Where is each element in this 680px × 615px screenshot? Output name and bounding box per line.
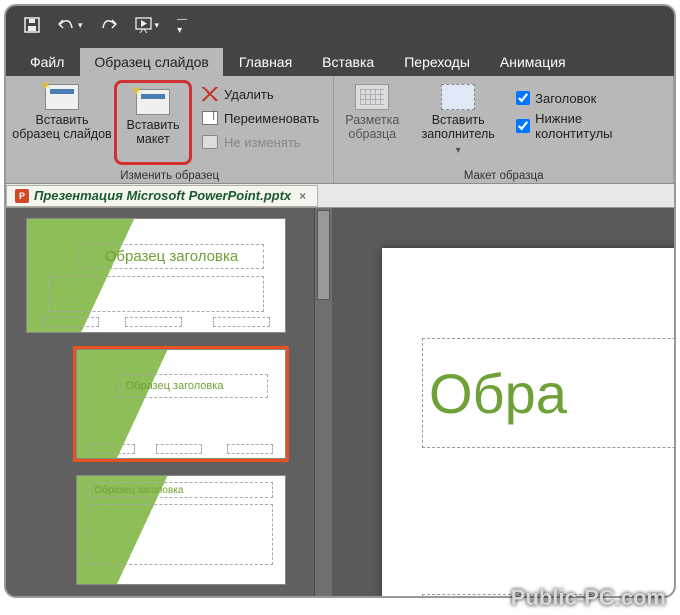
master-layout-label: Разметка образца bbox=[338, 113, 406, 142]
close-document-icon[interactable]: × bbox=[296, 189, 309, 203]
thumb-title-placeholder: Образец заголовка bbox=[119, 374, 269, 398]
thumb-body-placeholder bbox=[89, 504, 272, 564]
group-edit-master: Вставить образец слайдов Вставить макет … bbox=[6, 76, 334, 183]
quick-access-toolbar: ▾ ▾ —▾ bbox=[6, 6, 674, 44]
insert-placeholder-icon bbox=[441, 84, 475, 110]
tab-slide-master[interactable]: Образец слайдов bbox=[80, 48, 222, 76]
start-slideshow-icon[interactable]: ▾ bbox=[135, 17, 160, 33]
workspace: Образец заголовка Образец заголовка Обра… bbox=[6, 208, 674, 596]
tab-home[interactable]: Главная bbox=[225, 48, 306, 76]
document-tab[interactable]: P Презентация Microsoft PowerPoint.pptx … bbox=[6, 185, 318, 207]
checkbox-footer[interactable]: Нижние колонтитулы bbox=[516, 114, 663, 138]
insert-layout-icon bbox=[136, 89, 170, 115]
delete-label: Удалить bbox=[224, 87, 274, 102]
title-placeholder[interactable]: Обра bbox=[422, 338, 674, 448]
tab-animations[interactable]: Анимация bbox=[486, 48, 580, 76]
delete-icon bbox=[202, 87, 218, 101]
master-layout-icon bbox=[355, 84, 389, 110]
slide-decoration bbox=[77, 350, 285, 458]
layout-thumbnail-2[interactable]: Образец заголовка bbox=[76, 475, 286, 585]
insert-slide-master-button[interactable]: Вставить образец слайдов bbox=[10, 80, 114, 162]
footer-placeholder[interactable] bbox=[422, 594, 602, 596]
insert-layout-label: Вставить макет bbox=[119, 118, 187, 147]
customize-qat-icon[interactable]: —▾ bbox=[177, 14, 187, 36]
save-icon[interactable] bbox=[24, 17, 40, 33]
delete-button[interactable]: Удалить bbox=[198, 82, 323, 106]
checkbox-title-input[interactable] bbox=[516, 91, 530, 105]
tab-transitions[interactable]: Переходы bbox=[390, 48, 484, 76]
insert-slide-master-label: Вставить образец слайдов bbox=[10, 113, 114, 142]
checkbox-title[interactable]: Заголовок bbox=[516, 86, 663, 110]
rename-label: Переименовать bbox=[224, 111, 319, 126]
document-tab-bar: P Презентация Microsoft PowerPoint.pptx … bbox=[6, 184, 674, 208]
insert-placeholder-button[interactable]: Вставить заполнитель bbox=[406, 80, 510, 162]
group-edit-master-label: Изменить образец bbox=[6, 170, 333, 182]
checkbox-title-label: Заголовок bbox=[535, 91, 596, 106]
rename-icon bbox=[202, 111, 218, 125]
ribbon-tabs: Файл Образец слайдов Главная Вставка Пер… bbox=[6, 44, 674, 76]
layout-thumbnail-1[interactable]: Образец заголовка bbox=[76, 349, 286, 459]
preserve-icon bbox=[202, 135, 218, 149]
thumb-footer-placeholder bbox=[42, 317, 99, 327]
thumb-footer-placeholder bbox=[213, 317, 270, 327]
slide-canvas[interactable]: Обра bbox=[382, 248, 674, 596]
thumb-title-placeholder: Образец заголовка bbox=[79, 244, 265, 269]
thumb-footer-placeholder bbox=[156, 444, 202, 454]
master-layout-button[interactable]: Разметка образца bbox=[338, 80, 406, 162]
slide-master-icon bbox=[45, 84, 79, 110]
app-window: ▾ ▾ —▾ Файл Образец слайдов Главная Вста… bbox=[6, 6, 674, 596]
rename-button[interactable]: Переименовать bbox=[198, 106, 323, 130]
thumb-footer-placeholder bbox=[125, 317, 182, 327]
preserve-label: Не изменять bbox=[224, 135, 301, 150]
insert-layout-button[interactable]: Вставить макет bbox=[119, 85, 187, 167]
group-master-layout-label: Макет образца bbox=[334, 170, 673, 182]
group-master-layout: Разметка образца Вставить заполнитель За… bbox=[334, 76, 674, 183]
insert-placeholder-label: Вставить заполнитель bbox=[406, 113, 510, 142]
thumbnail-scrollbar[interactable] bbox=[314, 208, 332, 596]
preserve-button[interactable]: Не изменять bbox=[198, 130, 323, 154]
insert-layout-highlight: Вставить макет bbox=[114, 80, 192, 165]
thumb-title-placeholder: Образец заголовка bbox=[89, 482, 272, 497]
checkbox-footer-input[interactable] bbox=[516, 119, 530, 133]
scrollbar-thumb[interactable] bbox=[317, 210, 330, 300]
undo-icon[interactable]: ▾ bbox=[58, 18, 83, 32]
ribbon: Вставить образец слайдов Вставить макет … bbox=[6, 76, 674, 184]
checkbox-footer-label: Нижние колонтитулы bbox=[535, 111, 663, 141]
thumbnail-pane[interactable]: Образец заголовка Образец заголовка Обра… bbox=[6, 208, 332, 596]
tab-file[interactable]: Файл bbox=[16, 48, 78, 76]
powerpoint-file-icon: P bbox=[15, 189, 29, 203]
tab-insert[interactable]: Вставка bbox=[308, 48, 388, 76]
document-tab-title: Презентация Microsoft PowerPoint.pptx bbox=[34, 188, 291, 203]
slide-editor[interactable]: Обра bbox=[332, 208, 674, 596]
thumb-footer-placeholder bbox=[227, 444, 273, 454]
thumb-footer-placeholder bbox=[89, 444, 135, 454]
master-thumbnail[interactable]: Образец заголовка bbox=[26, 218, 286, 333]
redo-icon[interactable] bbox=[101, 18, 117, 32]
thumb-body-placeholder bbox=[48, 276, 265, 312]
